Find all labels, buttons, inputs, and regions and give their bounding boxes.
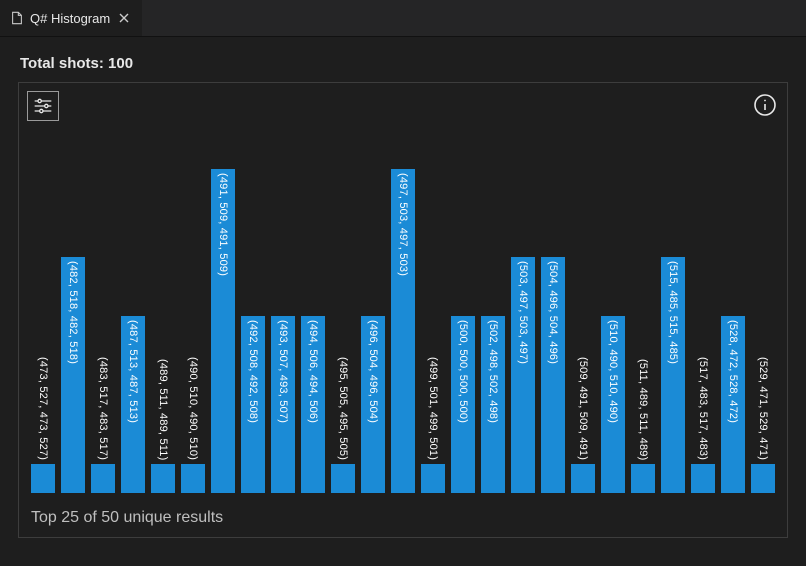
info-icon (753, 93, 777, 117)
bar-slot: (500, 500, 500, 500) (451, 139, 475, 493)
bar-slot: (496, 504, 496, 504) (361, 139, 385, 493)
histogram-bar[interactable] (421, 464, 445, 494)
bar-label: (483, 517, 483, 517) (97, 357, 109, 460)
histogram-bar[interactable] (91, 464, 115, 494)
histogram-bar[interactable] (151, 464, 175, 494)
bar-label: (489, 511, 489, 511) (157, 359, 169, 460)
histogram-bar[interactable] (751, 464, 775, 494)
settings-icon (33, 97, 53, 115)
histogram-bar[interactable]: (487, 513, 487, 513) (121, 316, 145, 493)
histogram-bar[interactable] (691, 464, 715, 494)
bar-label: (495, 505, 495, 505) (337, 357, 349, 460)
tab-title: Q# Histogram (30, 11, 110, 26)
settings-button[interactable] (27, 91, 59, 121)
histogram-bar[interactable] (331, 464, 355, 494)
tab-qsharp-histogram[interactable]: Q# Histogram (0, 0, 143, 36)
bar-slot: (511, 489, 511, 489) (631, 139, 655, 493)
bar-label: (496, 504, 496, 504) (367, 320, 379, 423)
histogram-bar[interactable] (181, 464, 205, 494)
histogram-bar[interactable]: (502, 498, 502, 498) (481, 316, 505, 493)
close-icon[interactable] (116, 10, 132, 26)
bar-slot: (510, 490, 510, 490) (601, 139, 625, 493)
bar-slot: (503, 497, 503, 497) (511, 139, 535, 493)
bar-slot: (494, 506, 494, 506) (301, 139, 325, 493)
histogram-bar[interactable]: (492, 508, 492, 508) (241, 316, 265, 493)
bar-label: (494, 506, 494, 506) (307, 320, 319, 423)
histogram-bar[interactable]: (491, 509, 491, 509) (211, 169, 235, 494)
bar-slot: (517, 483, 517, 483) (691, 139, 715, 493)
histogram-panel: (473, 527, 473, 527) (482, 518, 482, 518)… (18, 82, 788, 538)
histogram-bar[interactable] (31, 464, 55, 494)
file-icon (10, 11, 24, 25)
bar-label: (473, 527, 473, 527) (37, 357, 49, 460)
histogram-chart: (473, 527, 473, 527) (482, 518, 482, 518)… (31, 139, 775, 493)
bar-slot: (497, 503, 497, 503) (391, 139, 415, 493)
bar-slot: (473, 527, 473, 527) (31, 139, 55, 493)
bar-slot: (509, 491, 509, 491) (571, 139, 595, 493)
bar-slot: (493, 507, 493, 507) (271, 139, 295, 493)
bar-label: (528, 472, 528, 472) (727, 320, 739, 423)
bar-label: (493, 507, 493, 507) (277, 320, 289, 423)
chart-footer: Top 25 of 50 unique results (31, 509, 223, 527)
bar-slot: (482, 518, 482, 518) (61, 139, 85, 493)
bar-slot: (483, 517, 483, 517) (91, 139, 115, 493)
histogram-bar[interactable]: (504, 496, 504, 496) (541, 257, 565, 493)
bar-label: (491, 509, 491, 509) (217, 173, 229, 276)
total-shots-label: Total shots: 100 (20, 55, 788, 72)
tab-bar: Q# Histogram (0, 0, 806, 37)
bar-slot: (528, 472, 528, 472) (721, 139, 745, 493)
bar-label: (510, 490, 510, 490) (607, 320, 619, 423)
bar-slot: (499, 501, 499, 501) (421, 139, 445, 493)
histogram-bar[interactable]: (494, 506, 494, 506) (301, 316, 325, 493)
bar-label: (500, 500, 500, 500) (457, 320, 469, 423)
histogram-bar[interactable]: (510, 490, 510, 490) (601, 316, 625, 493)
histogram-bar[interactable]: (503, 497, 503, 497) (511, 257, 535, 493)
histogram-bar[interactable] (631, 464, 655, 494)
histogram-bar[interactable]: (497, 503, 497, 503) (391, 169, 415, 494)
bar-slot: (487, 513, 487, 513) (121, 139, 145, 493)
bar-label: (497, 503, 497, 503) (397, 173, 409, 276)
bar-label: (490, 510, 490, 510) (187, 357, 199, 460)
histogram-bar[interactable]: (482, 518, 482, 518) (61, 257, 85, 493)
bar-label: (515, 485, 515, 485) (667, 261, 679, 364)
histogram-bar[interactable] (571, 464, 595, 494)
info-button[interactable] (751, 91, 779, 119)
bar-slot: (529, 471, 529, 471) (751, 139, 775, 493)
histogram-bar[interactable]: (496, 504, 496, 504) (361, 316, 385, 493)
bar-label: (529, 471, 529, 471) (757, 357, 769, 460)
bar-slot: (489, 511, 489, 511) (151, 139, 175, 493)
bar-label: (487, 513, 487, 513) (127, 320, 139, 423)
histogram-bar[interactable]: (500, 500, 500, 500) (451, 316, 475, 493)
bar-slot: (491, 509, 491, 509) (211, 139, 235, 493)
bar-label: (509, 491, 509, 491) (577, 357, 589, 460)
bar-slot: (490, 510, 490, 510) (181, 139, 205, 493)
bar-label: (502, 498, 502, 498) (487, 320, 499, 423)
histogram-bar[interactable]: (528, 472, 528, 472) (721, 316, 745, 493)
bar-slot: (504, 496, 504, 496) (541, 139, 565, 493)
bar-label: (511, 489, 511, 489) (637, 359, 649, 460)
histogram-bar[interactable]: (493, 507, 493, 507) (271, 316, 295, 493)
bar-label: (499, 501, 499, 501) (427, 357, 439, 460)
bar-label: (504, 496, 504, 496) (547, 261, 559, 364)
histogram-bar[interactable]: (515, 485, 515, 485) (661, 257, 685, 493)
bar-label: (503, 497, 503, 497) (517, 261, 529, 364)
bar-label: (482, 518, 482, 518) (67, 261, 79, 364)
bar-label: (517, 483, 517, 483) (697, 357, 709, 460)
bar-slot: (515, 485, 515, 485) (661, 139, 685, 493)
bar-slot: (502, 498, 502, 498) (481, 139, 505, 493)
bar-label: (492, 508, 492, 508) (247, 320, 259, 423)
bar-slot: (495, 505, 495, 505) (331, 139, 355, 493)
bar-slot: (492, 508, 492, 508) (241, 139, 265, 493)
histogram-content: Total shots: 100 (473, 527, 473, 527) (48… (0, 37, 806, 538)
